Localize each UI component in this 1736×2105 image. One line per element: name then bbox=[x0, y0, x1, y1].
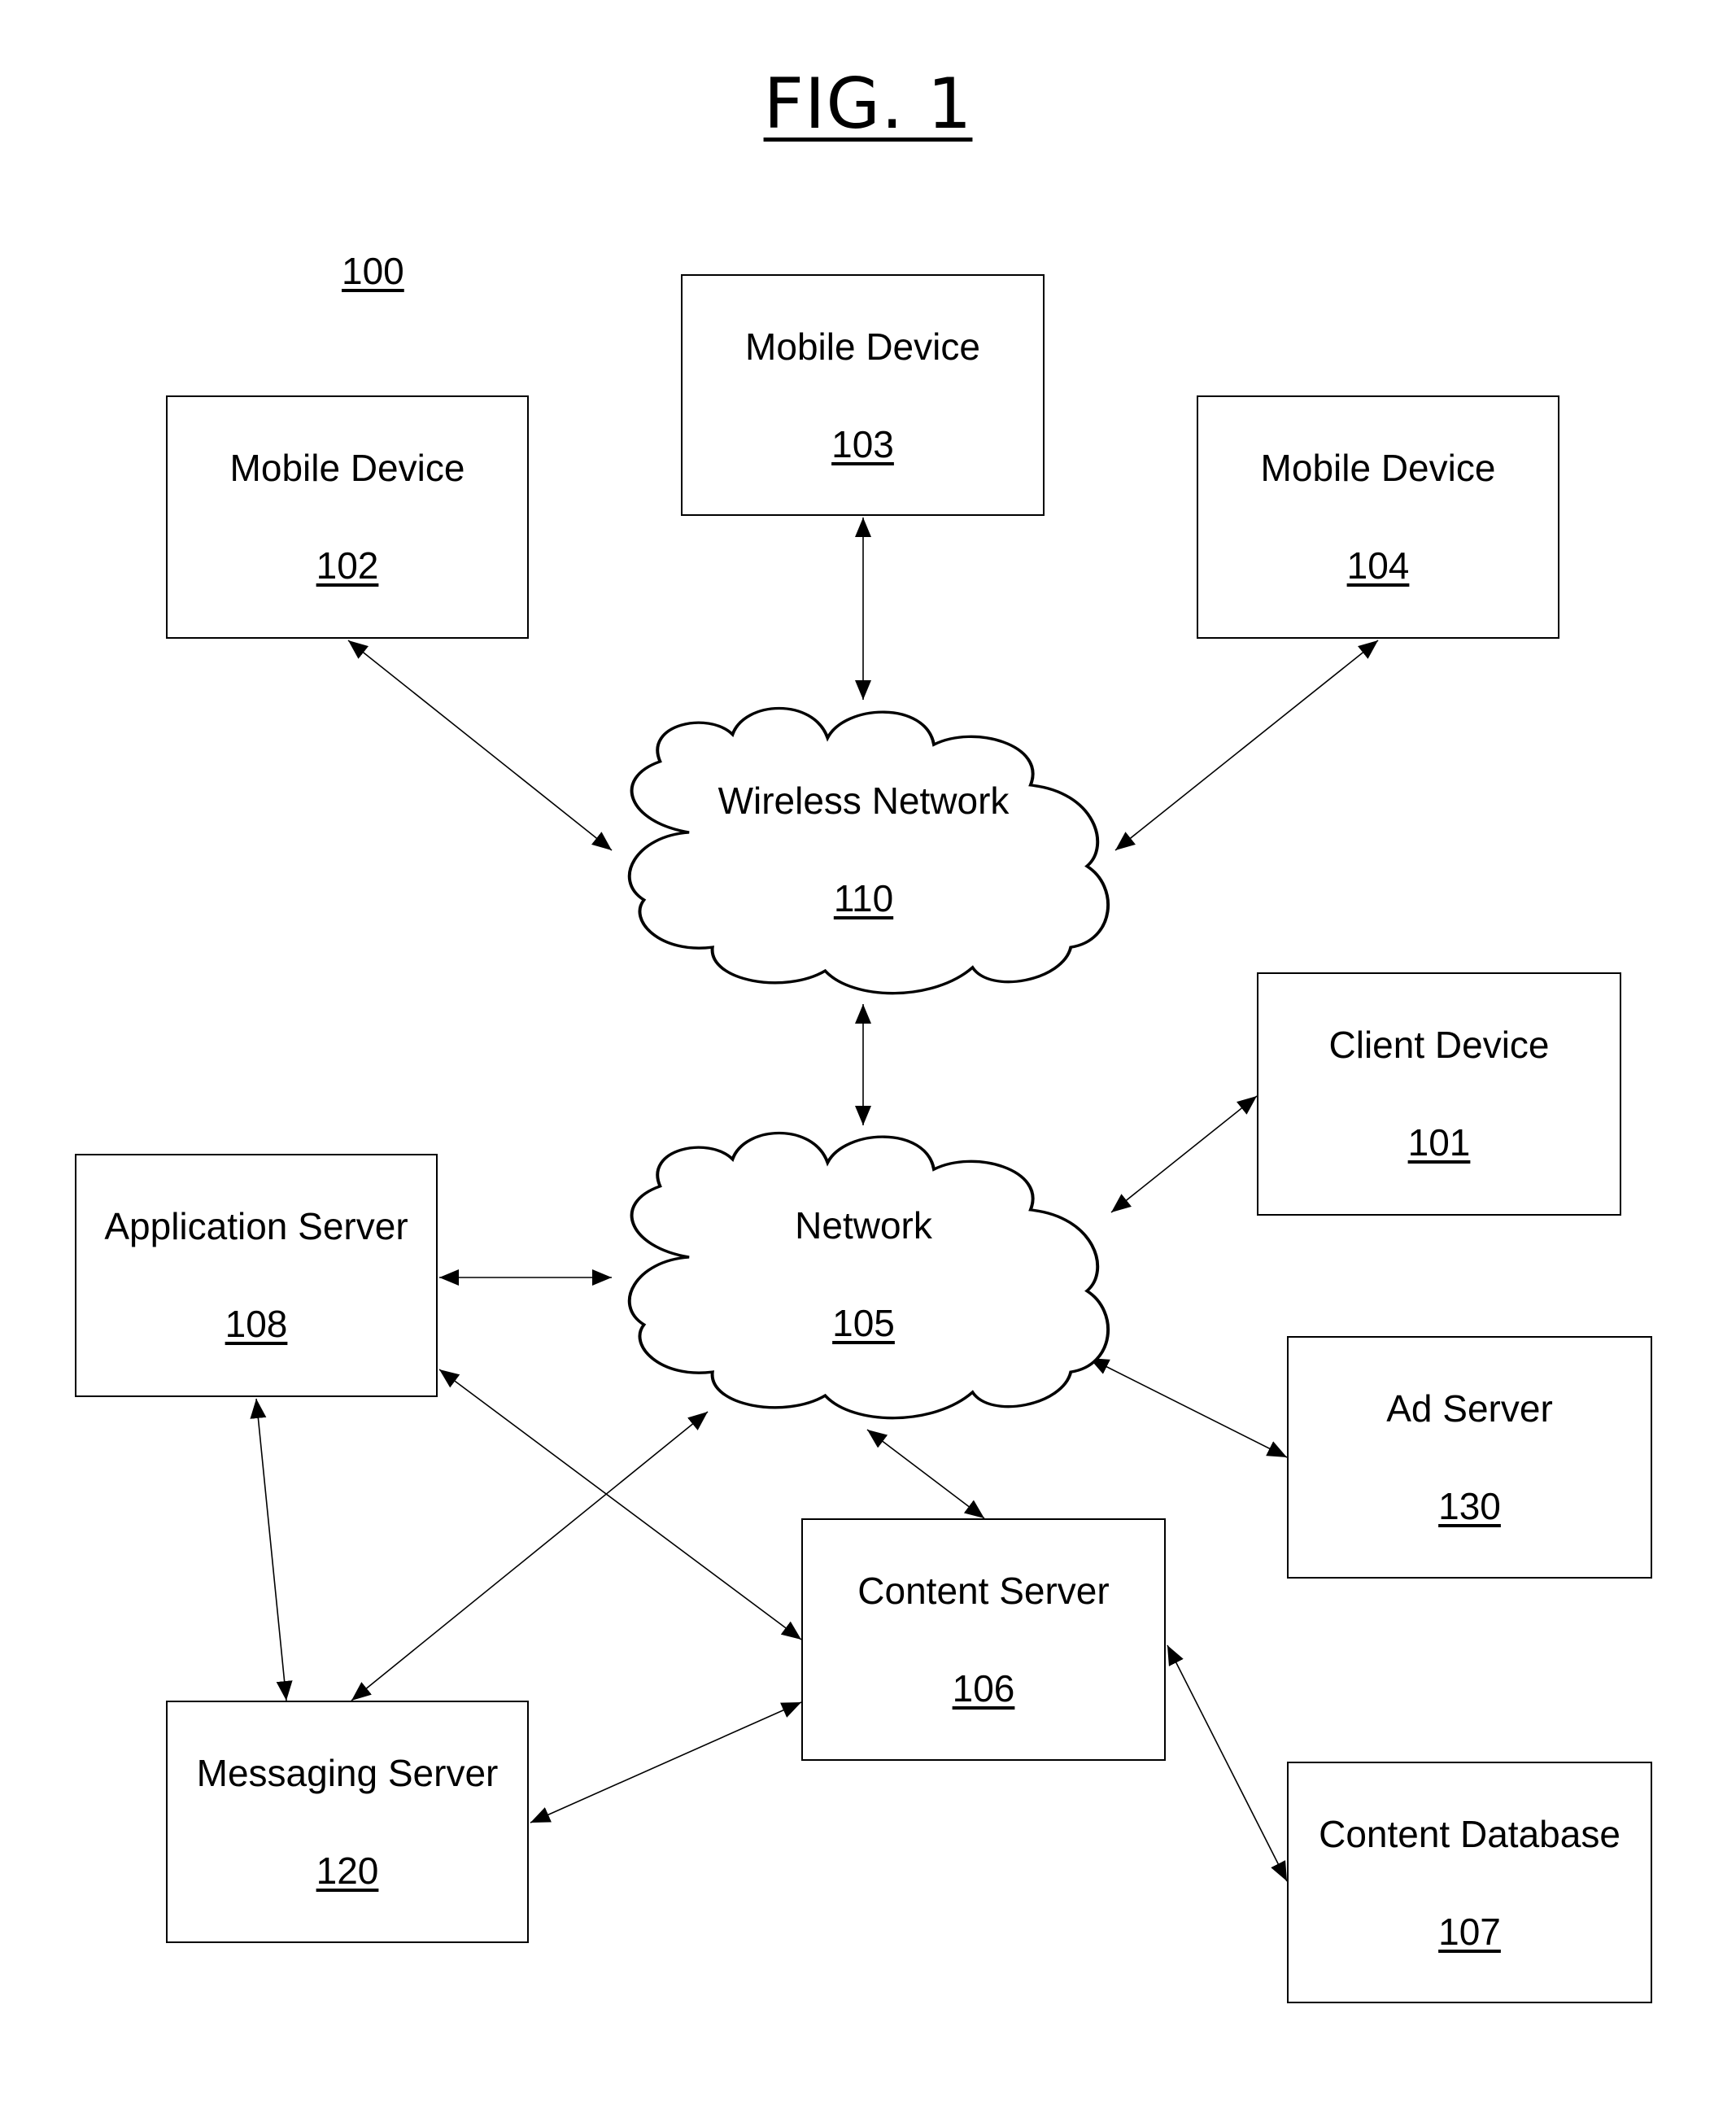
node-name: Ad Server bbox=[1386, 1387, 1553, 1430]
node-name: Content Server bbox=[857, 1570, 1110, 1612]
node-ref-number: 106 bbox=[952, 1667, 1015, 1710]
connector-mobile-104-to-wireless-network bbox=[1114, 640, 1379, 851]
connector-content-server-to-content-database bbox=[1167, 1644, 1288, 1882]
client-device-box: Client Device 101 bbox=[1257, 972, 1621, 1216]
node-name: Mobile Device bbox=[1260, 447, 1496, 489]
system-reference-label: 100 bbox=[342, 250, 404, 292]
mobile-device-102-box: Mobile Device 102 bbox=[166, 395, 529, 639]
connector-application-server-to-messaging-server bbox=[250, 1398, 293, 1701]
node-name: Application Server bbox=[104, 1205, 408, 1247]
node-name: Mobile Device bbox=[745, 325, 980, 368]
node-name: Content Database bbox=[1319, 1813, 1620, 1855]
network-node: Network 105 bbox=[612, 1122, 1115, 1429]
node-ref-number: 120 bbox=[316, 1850, 379, 1892]
node-name: Messaging Server bbox=[196, 1752, 499, 1794]
connector-mobile-102-to-wireless-network bbox=[347, 640, 613, 851]
node-ref-number: 104 bbox=[1346, 544, 1410, 587]
node-ref-number: 130 bbox=[1438, 1485, 1501, 1527]
connector-content-server-to-network bbox=[866, 1429, 985, 1519]
node-name: Mobile Device bbox=[229, 447, 465, 489]
ad-server-box: Ad Server 130 bbox=[1287, 1336, 1652, 1579]
content-server-box: Content Server 106 bbox=[801, 1518, 1166, 1761]
node-name: Wireless Network bbox=[718, 780, 1010, 822]
node-name: Client Device bbox=[1328, 1024, 1550, 1066]
node-ref-number: 101 bbox=[1407, 1121, 1471, 1164]
connector-ad-server-to-network bbox=[1088, 1357, 1288, 1458]
connector-client-device-to-network bbox=[1110, 1095, 1258, 1213]
wireless-network-node: Wireless Network 110 bbox=[612, 697, 1115, 1004]
figure-title: FIG. 1 bbox=[763, 63, 973, 145]
connector-messaging-server-to-content-server bbox=[530, 1701, 802, 1823]
node-ref-number: 110 bbox=[833, 877, 894, 919]
node-ref-number: 105 bbox=[832, 1302, 895, 1344]
application-server-box: Application Server 108 bbox=[75, 1154, 438, 1397]
messaging-server-box: Messaging Server 120 bbox=[166, 1701, 529, 1943]
node-ref-number: 108 bbox=[225, 1303, 288, 1345]
mobile-device-104-box: Mobile Device 104 bbox=[1197, 395, 1559, 639]
node-ref-number: 102 bbox=[316, 544, 379, 587]
node-ref-number: 103 bbox=[831, 423, 894, 465]
node-ref-number: 107 bbox=[1438, 1911, 1501, 1953]
connector-messaging-server-to-network bbox=[351, 1411, 709, 1701]
node-name: Network bbox=[795, 1204, 932, 1247]
mobile-device-103-box: Mobile Device 103 bbox=[681, 274, 1045, 516]
content-database-box: Content Database 107 bbox=[1287, 1762, 1652, 2003]
